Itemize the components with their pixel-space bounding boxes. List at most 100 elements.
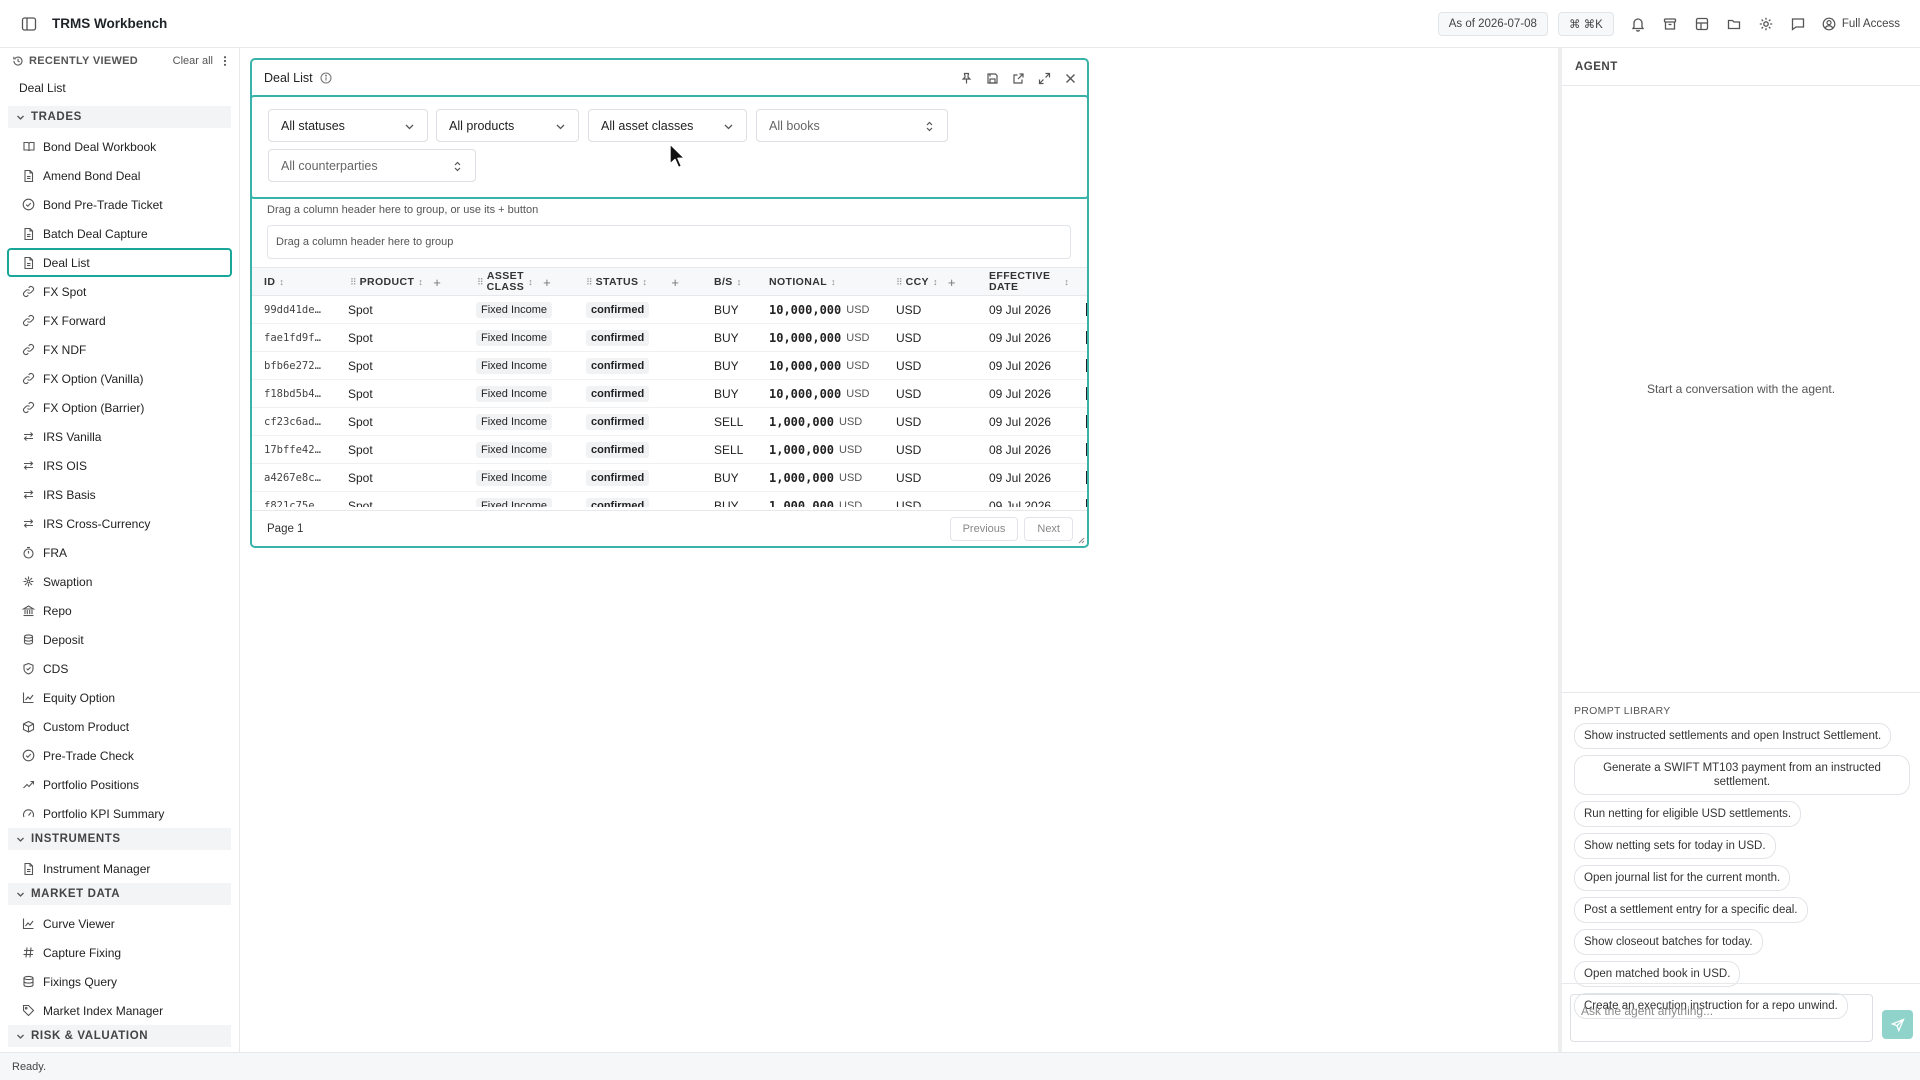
- notional-ccy: USD: [839, 443, 863, 456]
- prompt-chip[interactable]: Show instructed settlements and open Ins…: [1574, 723, 1892, 749]
- prompt-chip[interactable]: Open journal list for the current month.: [1574, 865, 1791, 891]
- as-of-date-button[interactable]: As of 2026-07-08: [1437, 12, 1548, 36]
- external-link-icon[interactable]: [999, 72, 1025, 85]
- group-add-icon[interactable]: +: [671, 276, 679, 289]
- sidebar-item-fx-option-barrier[interactable]: FX Option (Barrier): [7, 393, 232, 422]
- sidebar-item-irs-basis[interactable]: IRS Basis: [7, 480, 232, 509]
- prompt-chip[interactable]: Show closeout batches for today.: [1574, 929, 1763, 955]
- info-icon[interactable]: [320, 72, 332, 84]
- clear-all-button[interactable]: Clear all: [173, 55, 213, 67]
- sidebar-item-fra[interactable]: FRA: [7, 538, 232, 567]
- status-badge: confirmed: [586, 497, 650, 507]
- sidebar-item-custom-product[interactable]: Custom Product: [7, 712, 232, 741]
- more-vertical-icon[interactable]: [219, 55, 231, 67]
- sidebar-item-bond-pre-trade-ticket[interactable]: Bond Pre-Trade Ticket: [7, 190, 232, 219]
- table-row[interactable]: bfb6e272… Spot Fixed Income confirmed BUY 10,…: [252, 352, 1087, 380]
- sidebar-item-repo[interactable]: Repo: [7, 596, 232, 625]
- send-button[interactable]: [1882, 1010, 1913, 1039]
- next-page-button[interactable]: Next: [1024, 516, 1073, 541]
- sidebar-item-cds[interactable]: CDS: [7, 654, 232, 683]
- sidebar-item-fx-spot[interactable]: FX Spot: [7, 277, 232, 306]
- sidebar-item-fx-ndf[interactable]: FX NDF: [7, 335, 232, 364]
- counterparty-filter-select[interactable]: All counterparties: [268, 149, 476, 182]
- pin-icon[interactable]: [947, 72, 973, 85]
- sidebar-item-label: IRS OIS: [43, 458, 88, 473]
- column-buy-sell[interactable]: B/S ↕: [714, 268, 742, 296]
- sidebar-item-fx-forward[interactable]: FX Forward: [7, 306, 232, 335]
- table-row[interactable]: cf23c6ad… Spot Fixed Income confirmed SELL 1,…: [252, 408, 1087, 436]
- archive-icon[interactable]: [1662, 16, 1678, 32]
- sidebar-item-deal-list[interactable]: Deal List: [7, 248, 232, 277]
- table-row[interactable]: f821c75e… Spot Fixed Income confirmed BUY 1,0…: [252, 492, 1087, 507]
- recent-item-deal-list[interactable]: Deal List: [0, 73, 239, 102]
- sidebar-item-fx-option-vanilla[interactable]: FX Option (Vanilla): [7, 364, 232, 393]
- sidebar-item-amend-bond-deal[interactable]: Amend Bond Deal: [7, 161, 232, 190]
- drag-handle-icon[interactable]: ⠿: [477, 277, 484, 288]
- sidebar-item-portfolio-positions[interactable]: Portfolio Positions: [7, 770, 232, 799]
- sidebar-item-portfolio-kpi-summary[interactable]: Portfolio KPI Summary: [7, 799, 232, 828]
- section-market-data[interactable]: MARKET DATA: [8, 883, 231, 905]
- sidebar-item-fixings-query[interactable]: Fixings Query: [7, 967, 232, 996]
- sidebar-item-irs-cross-currency[interactable]: IRS Cross-Currency: [7, 509, 232, 538]
- book-filter-select[interactable]: All books: [756, 109, 948, 142]
- section-trades[interactable]: TRADES: [8, 106, 231, 128]
- cell-notional: 10,000,000 USD: [769, 380, 869, 407]
- sidebar-item-deposit[interactable]: Deposit: [7, 625, 232, 654]
- box-icon: [22, 720, 35, 733]
- bell-icon[interactable]: [1630, 16, 1646, 32]
- column-notional[interactable]: NOTIONAL ↕: [769, 268, 836, 296]
- sidebar-item-instrument-manager[interactable]: Instrument Manager: [7, 854, 232, 883]
- drag-handle-icon[interactable]: ⠿: [350, 277, 357, 288]
- sidebar-item-bond-deal-workbook[interactable]: Bond Deal Workbook: [7, 132, 232, 161]
- drag-handle-icon[interactable]: ⠿: [586, 277, 593, 288]
- column-id[interactable]: ID ↕: [264, 268, 284, 296]
- section-instruments[interactable]: INSTRUMENTS: [8, 828, 231, 850]
- layout-icon[interactable]: [1694, 16, 1710, 32]
- close-icon[interactable]: [1051, 72, 1077, 85]
- group-add-icon[interactable]: +: [433, 276, 441, 289]
- gear-icon[interactable]: [1758, 16, 1774, 32]
- save-icon[interactable]: [973, 72, 999, 85]
- drag-handle-icon[interactable]: ⠿: [896, 277, 903, 288]
- table-row[interactable]: a4267e8c… Spot Fixed Income confirmed BUY 1,0…: [252, 464, 1087, 492]
- table-row[interactable]: 99dd41de… Spot Fixed Income confirmed BUY 10,…: [252, 296, 1087, 324]
- product-filter-select[interactable]: All products: [436, 109, 579, 142]
- command-palette-button[interactable]: ⌘ ⌘K: [1557, 12, 1614, 36]
- access-level[interactable]: Full Access: [1822, 17, 1900, 31]
- group-add-icon[interactable]: +: [543, 276, 551, 289]
- sidebar-item-capture-fixing[interactable]: Capture Fixing: [7, 938, 232, 967]
- sidebar-item-market-index-manager[interactable]: Market Index Manager: [7, 996, 232, 1025]
- sidebar-item-label: Portfolio KPI Summary: [43, 806, 165, 821]
- column-effective-date[interactable]: EFFECTIVE DATE ↕: [989, 268, 1069, 296]
- group-add-icon[interactable]: +: [948, 276, 956, 289]
- resize-handle-icon[interactable]: [1077, 536, 1085, 544]
- status-filter-select[interactable]: All statuses: [268, 109, 428, 142]
- prompt-chip[interactable]: Post a settlement entry for a specific d…: [1574, 897, 1808, 923]
- sidebar-item-batch-deal-capture[interactable]: Batch Deal Capture: [7, 219, 232, 248]
- chat-icon[interactable]: [1790, 16, 1806, 32]
- table-row[interactable]: f18bd5b4… Spot Fixed Income confirmed BUY 10,…: [252, 380, 1087, 408]
- group-drop-zone[interactable]: Drag a column header here to group: [267, 225, 1071, 259]
- column-status[interactable]: ⠿ STATUS ↕ +: [586, 268, 679, 296]
- sidebar-item-irs-vanilla[interactable]: IRS Vanilla: [7, 422, 232, 451]
- maximize-icon[interactable]: [1025, 72, 1051, 85]
- sidebar-item-pre-trade-check[interactable]: Pre-Trade Check: [7, 741, 232, 770]
- table-row[interactable]: 17bffe42… Spot Fixed Income confirmed SELL 1,…: [252, 436, 1087, 464]
- prompt-chip[interactable]: Run netting for eligible USD settlements…: [1574, 801, 1802, 827]
- section-risk-valuation[interactable]: RISK & VALUATION: [8, 1025, 231, 1047]
- asset-class-filter-select[interactable]: All asset classes: [588, 109, 747, 142]
- folder-icon[interactable]: [1726, 16, 1742, 32]
- previous-page-button[interactable]: Previous: [949, 516, 1019, 541]
- sidebar-toggle-icon[interactable]: [20, 15, 38, 33]
- prompt-chip[interactable]: Generate a SWIFT MT103 payment from an i…: [1574, 755, 1910, 795]
- sidebar-item-swaption[interactable]: Swaption: [7, 567, 232, 596]
- sidebar-item-equity-option[interactable]: Equity Option: [7, 683, 232, 712]
- table-row[interactable]: fae1fd9f… Spot Fixed Income confirmed BUY 10,…: [252, 324, 1087, 352]
- column-product[interactable]: ⠿ PRODUCT ↕ +: [350, 268, 441, 296]
- column-asset-class[interactable]: ⠿ ASSET CLASS ↕ +: [477, 268, 551, 296]
- prompt-chip[interactable]: Show netting sets for today in USD.: [1574, 833, 1776, 859]
- sidebar-item-curve-viewer[interactable]: Curve Viewer: [7, 909, 232, 938]
- column-ccy[interactable]: ⠿ CCY ↕ +: [896, 268, 956, 296]
- agent-message-input[interactable]: Ask the agent anything...: [1570, 994, 1873, 1042]
- sidebar-item-irs-ois[interactable]: IRS OIS: [7, 451, 232, 480]
